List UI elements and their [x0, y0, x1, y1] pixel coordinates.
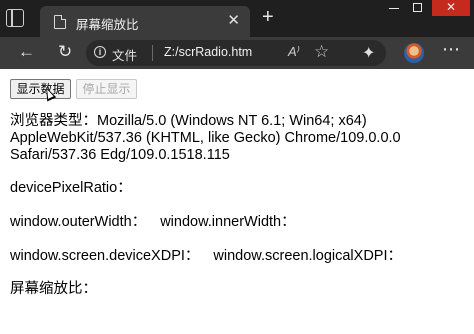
maximize-button[interactable] [406, 0, 430, 16]
stop-display-button[interactable]: 停止显示 [76, 79, 137, 99]
arrow-left-icon[interactable]: ← [18, 42, 35, 62]
tab-close-icon[interactable]: ✕ [227, 11, 240, 29]
user-agent-line-1: 浏览器类型：Mozilla/5.0 (Windows NT 6.1; Win64… [10, 113, 367, 130]
device-pixel-ratio-label: devicePixelRatio： [10, 180, 132, 196]
puzzle-icon[interactable]: ✦ [362, 43, 375, 63]
tab-active[interactable]: 屏幕缩放比 ✕ [40, 6, 250, 37]
inner-width-label: window.innerWidth： [160, 214, 296, 230]
read-aloud-icon[interactable]: A⁾ [288, 44, 300, 60]
address-scheme-label: 文件 [112, 49, 138, 63]
zoom-ratio-label: 屏幕缩放比： [10, 281, 97, 297]
screen-dpi-line: window.screen.deviceXDPI： window.screen.l… [10, 248, 402, 265]
tab-strip-icon[interactable] [6, 9, 24, 27]
minimize-button[interactable] [382, 0, 406, 16]
logical-xdpi-label: window.screen.logicalXDPI： [213, 248, 402, 264]
user-agent-label: 浏览器类型： [10, 113, 97, 129]
page-content: 显示数据 停止显示 浏览器类型：Mozilla/5.0 (Windows NT … [0, 69, 474, 334]
outer-width-label: window.outerWidth： [10, 214, 147, 230]
tab-title: 屏幕缩放比 [76, 18, 139, 32]
star-plus-icon[interactable]: ☆ [314, 42, 329, 62]
avatar[interactable] [404, 43, 424, 63]
title-bar: 屏幕缩放比 ✕ + ✕ [0, 0, 474, 37]
toolbar: ← ↻ i 文件 Z:/scrRadio.htm A⁾ ☆ ✦ ⋯ [0, 37, 474, 69]
user-agent-value-1: Mozilla/5.0 (Windows NT 6.1; Win64; x64) [97, 113, 367, 129]
user-agent-line-3: Safari/537.36 Edg/109.0.1518.115 [10, 147, 230, 163]
device-xdpi-label: window.screen.deviceXDPI： [10, 248, 200, 264]
browser-window: 屏幕缩放比 ✕ + ✕ ← ↻ i 文件 Z:/scrRadio.htm A⁾ … [0, 0, 474, 334]
info-icon[interactable]: i [94, 46, 106, 58]
address-url[interactable]: Z:/scrRadio.htm [164, 45, 252, 59]
window-width-line: window.outerWidth： window.innerWidth： [10, 214, 296, 231]
ellipsis-icon[interactable]: ⋯ [442, 39, 461, 60]
user-agent-line-2: AppleWebKit/537.36 (KHTML, like Gecko) C… [10, 130, 401, 146]
address-bar[interactable]: i 文件 Z:/scrRadio.htm A⁾ ☆ [86, 40, 386, 66]
new-tab-button[interactable]: + [262, 6, 274, 29]
page-icon [54, 14, 67, 29]
address-separator [152, 45, 153, 61]
reload-icon[interactable]: ↻ [58, 42, 72, 62]
window-close-button[interactable]: ✕ [432, 0, 470, 16]
